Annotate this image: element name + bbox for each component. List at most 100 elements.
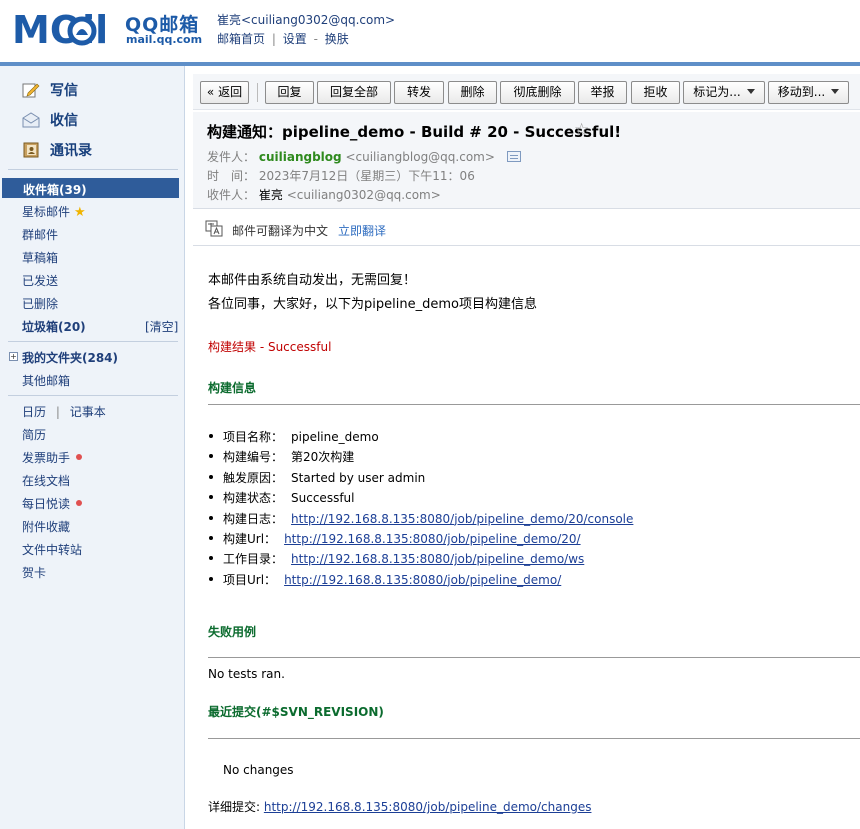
sidebar-item-sent[interactable]: 已发送 [22, 272, 58, 289]
sidebar-item-attachments[interactable]: 附件收藏 [22, 518, 70, 535]
from-label: 发件人： [207, 150, 256, 164]
console-log-link[interactable]: http://192.168.8.135:8080/job/pipeline_d… [291, 512, 633, 526]
info-label: 构建状态： [223, 491, 284, 506]
sidebar-divider [8, 341, 178, 342]
sidebar-item-starred[interactable]: 星标邮件 ★ [22, 203, 86, 220]
info-label: 构建日志： [223, 511, 284, 526]
section-divider [208, 657, 860, 658]
sidebar-item-other-mail[interactable]: 其他邮箱 [22, 372, 70, 389]
from-row: 发件人： cuiliangblog <cuiliangblog@qq.com> [207, 148, 521, 165]
sidebar-item-invoice[interactable]: 发票助手 [22, 449, 83, 466]
sidebar-item-junk[interactable]: 垃圾箱(20) [22, 318, 86, 335]
sidebar-item-resume[interactable]: 简历 [22, 426, 46, 443]
list-item: 构建日志： http://192.168.8.135:8080/job/pipel… [208, 510, 633, 530]
header-links: 邮箱首页 | 设置 - 换肤 [217, 30, 349, 47]
to-row: 收件人： 崔亮 <cuiliang0302@qq.com> [207, 186, 441, 203]
skin-link[interactable]: 换肤 [325, 32, 349, 46]
report-button[interactable]: 举报 [578, 81, 627, 104]
list-item: 构建状态： Successful [208, 489, 633, 509]
intro-line-2: 各位同事，大家好，以下为pipeline_demo项目构建信息 [208, 297, 537, 312]
list-item: 构建Url： http://192.168.8.135:8080/job/pipe… [208, 530, 633, 550]
calendar-separator: | [55, 405, 60, 419]
sender-name[interactable]: cuiliangblog [259, 150, 342, 164]
sidebar-item-drafts[interactable]: 草稿箱 [22, 249, 58, 266]
contacts-icon [23, 142, 39, 158]
translate-text: 邮件可翻译为中文 [232, 224, 329, 238]
notes-link[interactable]: 记事本 [70, 405, 106, 419]
info-value: 第20次构建 [291, 450, 355, 465]
build-url-link[interactable]: http://192.168.8.135:8080/job/pipeline_d… [284, 532, 581, 546]
detail-label: 详细提交: [208, 800, 264, 814]
write-link[interactable]: 写信 [22, 80, 78, 100]
contacts-link[interactable]: 通讯录 [22, 140, 92, 160]
delete-button[interactable]: 删除 [448, 81, 497, 104]
sidebar-item-my-folders[interactable]: 我的文件夹(284) [22, 349, 118, 366]
clear-junk-link[interactable]: [清空] [145, 318, 178, 335]
home-link[interactable]: 邮箱首页 [217, 32, 265, 46]
sidebar-item-group[interactable]: 群邮件 [22, 226, 58, 243]
receive-link[interactable]: 收信 [22, 110, 78, 130]
build-info-list: 项目名称： pipeline_demo 构建编号： 第20次构建 触发原因： Star… [208, 428, 633, 591]
user-account: 崔亮<cuiliang0302@qq.com> [217, 13, 396, 27]
mark-as-dropdown[interactable]: 标记为... [683, 81, 765, 104]
reply-all-button[interactable]: 回复全部 [317, 81, 391, 104]
translate-now-link[interactable]: 立即翻译 [338, 222, 386, 239]
mail-subject: 构建通知：pipeline_demo - Build # 20 - Succes… [207, 123, 622, 141]
sidebar-item-inbox[interactable]: 收件箱(39) [2, 178, 179, 198]
settings-link[interactable]: 设置 [283, 32, 307, 46]
move-to-dropdown[interactable]: 移动到... [768, 81, 849, 104]
expand-folders-icon[interactable]: + [9, 352, 18, 361]
sidebar-item-daily-read[interactable]: 每日悦读 [22, 495, 83, 512]
contact-card-icon[interactable] [506, 151, 521, 162]
section-divider [208, 738, 860, 739]
toolbar-separator [257, 83, 258, 102]
info-label: 项目名称： [223, 430, 284, 444]
inbox-icon [22, 112, 40, 128]
list-item: 项目Url： http://192.168.8.135:8080/job/pipe… [208, 571, 633, 591]
header-separator: | [271, 32, 276, 46]
time-label: 时 间： [207, 169, 256, 183]
mail-toolbar: « 返回 回复 回复全部 转发 删除 彻底删除 举报 拒收 标记为... 移动到… [193, 74, 860, 110]
no-changes-text: No changes [223, 763, 294, 777]
sidebar-item-docs[interactable]: 在线文档 [22, 472, 70, 489]
starred-label: 星标邮件 [22, 205, 71, 219]
workspace-link[interactable]: http://192.168.8.135:8080/job/pipeline_d… [291, 552, 584, 566]
calendar-link[interactable]: 日历 [22, 405, 46, 419]
chevron-down-icon [746, 89, 755, 94]
mail-header: 构建通知：pipeline_demo - Build # 20 - Succes… [193, 112, 860, 208]
sidebar-item-file-transfer[interactable]: 文件中转站 [22, 541, 82, 558]
sidebar-item-cards[interactable]: 贺卡 [22, 564, 46, 581]
mail-time: 2023年7月12日（星期三）下午11：06 [258, 169, 475, 183]
recipient-name[interactable]: 崔亮 [259, 188, 283, 202]
forward-button[interactable]: 转发 [394, 81, 444, 104]
intro-line-1: 本邮件由系统自动发出，无需回复！ [208, 273, 417, 288]
invoice-label: 发票助手 [22, 451, 71, 465]
list-item: 触发原因： Started by user admin [208, 469, 633, 489]
logo-url: mail.qq.com [126, 33, 203, 46]
recipient-email: <cuiliang0302@qq.com> [286, 188, 441, 202]
changes-link[interactable]: http://192.168.8.135:8080/job/pipeline_d… [264, 800, 592, 814]
sender-email: <cuiliangblog@qq.com> [345, 150, 495, 164]
list-item: 工作目录： http://192.168.8.135:8080/job/pipel… [208, 550, 633, 570]
delete-forever-button[interactable]: 彻底删除 [500, 81, 575, 104]
star-icon[interactable]: ☆ [574, 120, 589, 140]
daily-read-label: 每日悦读 [22, 497, 71, 511]
reject-button[interactable]: 拒收 [631, 81, 680, 104]
sidebar-item-deleted[interactable]: 已删除 [22, 295, 58, 312]
sidebar: 写信 收信 通讯录 收件箱(39) 星标邮件 ★ 群邮件 草稿箱 已发送 已删除 … [0, 66, 185, 829]
info-value: Successful [291, 491, 355, 506]
info-label: 构建编号： [223, 450, 284, 465]
calendar-notes-row: 日历 | 记事本 [22, 403, 106, 420]
no-tests-text: No tests ran. [208, 667, 285, 681]
qqmail-logo[interactable]: MOil [12, 10, 124, 48]
top-header: MOil QQ邮箱 mail.qq.com 崔亮<cuiliang0302@qq… [0, 0, 860, 62]
back-button[interactable]: « 返回 [200, 81, 249, 104]
build-result: 构建结果 - Successful [208, 340, 332, 354]
project-url-link[interactable]: http://192.168.8.135:8080/job/pipeline_d… [284, 573, 561, 587]
chevron-down-icon [831, 89, 840, 94]
compose-icon [22, 83, 40, 98]
to-label: 收件人： [207, 188, 256, 202]
info-label: 工作目录： [223, 552, 284, 567]
reply-button[interactable]: 回复 [265, 81, 314, 104]
move-to-label: 移动到... [777, 85, 826, 99]
